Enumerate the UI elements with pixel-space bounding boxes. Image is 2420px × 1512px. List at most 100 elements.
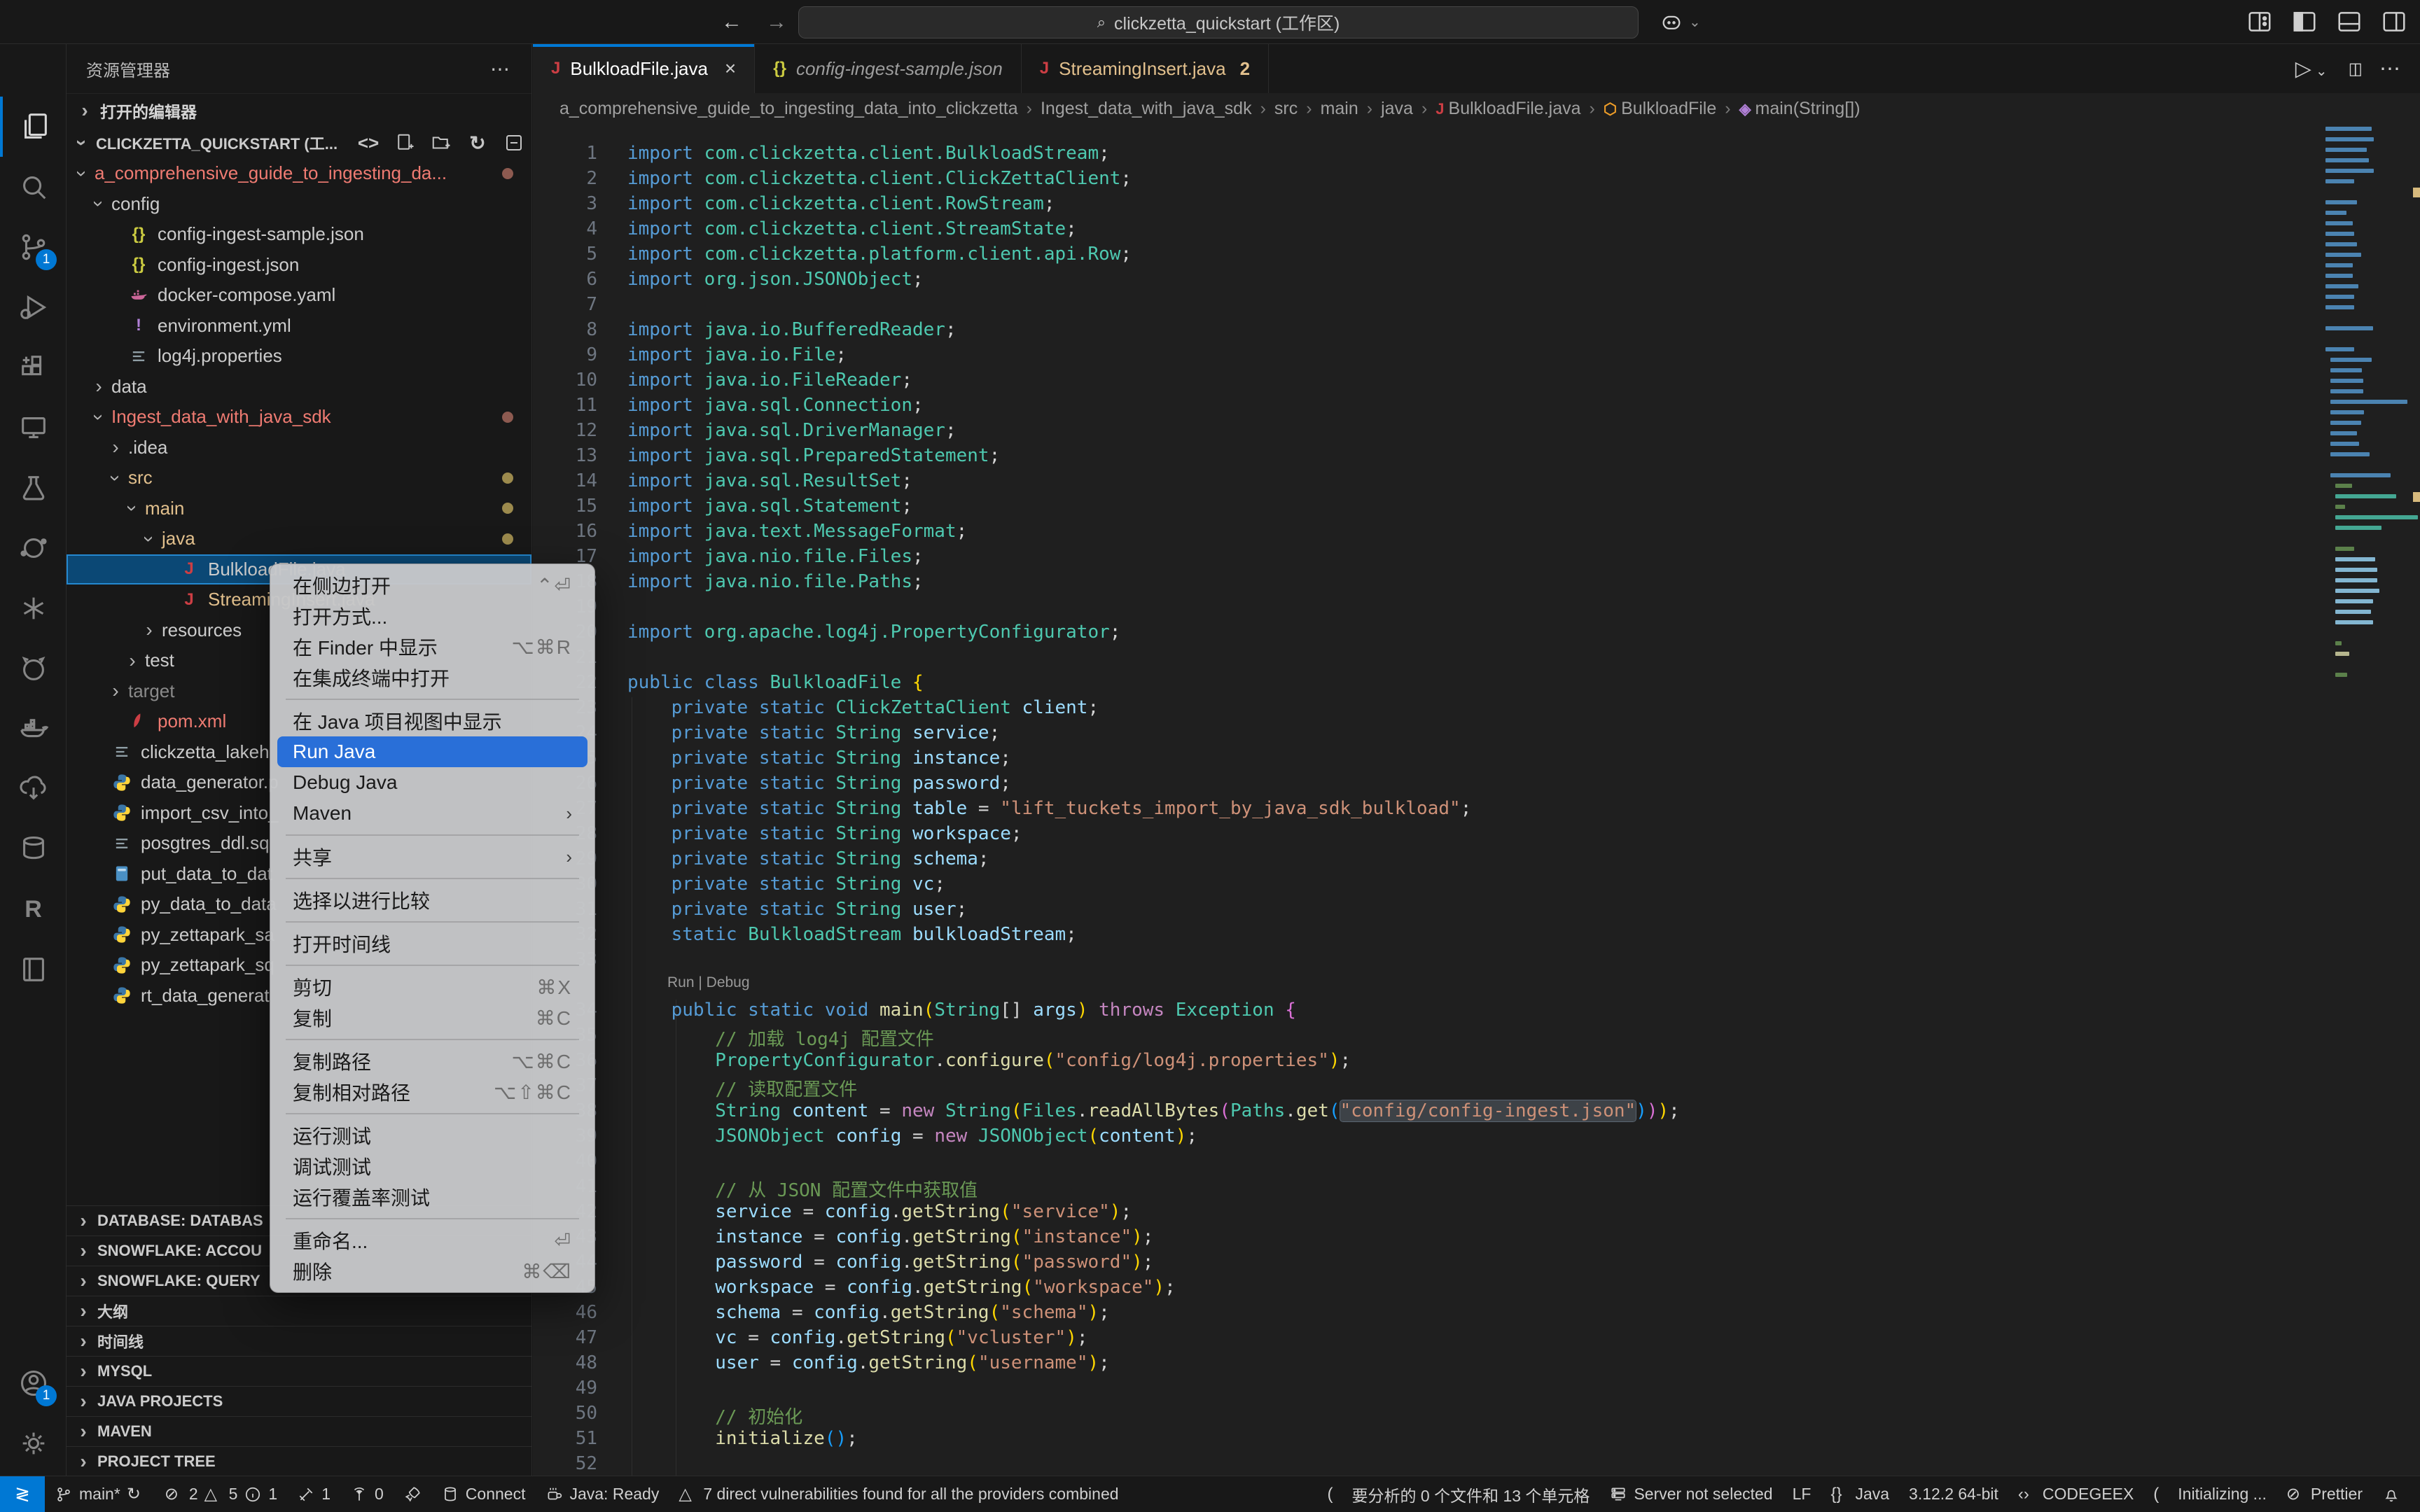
panel-left-icon[interactable] — [2291, 8, 2318, 35]
menu-item-复制相对路径[interactable]: 复制相对路径⌥⇧⌘C — [277, 1077, 587, 1107]
back-icon[interactable]: ← — [721, 10, 742, 34]
run-button[interactable]: ▷⌄ — [2295, 57, 2328, 81]
tree-item-config[interactable]: ›config — [67, 189, 531, 220]
menu-item-在集成终端中打开[interactable]: 在集成终端中打开 — [277, 662, 587, 693]
settings-gear-icon[interactable] — [0, 1413, 67, 1474]
tree-item-ingest_data_with_java_sdk[interactable]: ›Ingest_data_with_java_sdk — [67, 402, 531, 433]
notebook-icon[interactable] — [0, 939, 67, 1000]
cloud-download-icon[interactable] — [0, 759, 67, 819]
menu-item-重命名-[interactable]: 重命名...⏎ — [277, 1225, 587, 1256]
menu-item-运行测试[interactable]: 运行测试 — [277, 1120, 587, 1151]
menu-item-调试测试[interactable]: 调试测试 — [277, 1151, 587, 1182]
github-icon[interactable] — [0, 638, 67, 699]
menu-item-Run-Java[interactable]: Run Java — [277, 736, 587, 767]
status-language[interactable]: {}Java — [1821, 1476, 1899, 1512]
menu-item-共享[interactable]: 共享› — [277, 841, 587, 872]
code-editor[interactable]: 1import com.clickzetta.client.BulkloadSt… — [533, 124, 2325, 1476]
status-problems[interactable]: ⊘2△51 — [155, 1476, 287, 1512]
docker-icon[interactable] — [0, 699, 67, 759]
status-python-version[interactable]: 3.12.2 64-bit — [1899, 1476, 2008, 1512]
tree-item-.idea[interactable]: ›.idea — [67, 433, 531, 463]
tab-config-ingest-sample.json[interactable]: {}config-ingest-sample.json — [755, 44, 1022, 93]
open-editors-section[interactable]: › 打开的编辑器 — [67, 93, 531, 127]
pane-maven[interactable]: ›MAVEN — [67, 1416, 532, 1446]
status-sqltools-connect[interactable]: Connect — [431, 1476, 536, 1512]
search-icon[interactable] — [0, 157, 67, 217]
layout-customize-icon[interactable] — [2246, 8, 2273, 35]
split-editor-icon[interactable]: ▯▯ — [2349, 59, 2358, 79]
pane--[interactable]: ›大纲 — [67, 1296, 532, 1326]
status-tools[interactable]: 1 — [287, 1476, 340, 1512]
pane--[interactable]: ›时间线 — [67, 1326, 532, 1356]
status-server[interactable]: Server not selected — [1599, 1476, 1782, 1512]
menu-item-在-Java-项目视图中显示[interactable]: 在 Java 项目视图中显示 — [277, 706, 587, 736]
codelens-run-debug[interactable]: Run | Debug — [667, 974, 750, 991]
tree-item-java[interactable]: ›java — [67, 524, 531, 554]
account-icon[interactable]: 1 — [0, 1353, 67, 1413]
breadcrumb-segment[interactable]: JBulkloadFile.java — [1435, 99, 1580, 119]
breadcrumb-segment[interactable]: ◈main(String[]) — [1739, 99, 1861, 119]
explorer-icon[interactable] — [0, 97, 67, 157]
menu-item-复制路径[interactable]: 复制路径⌥⌘C — [277, 1046, 587, 1077]
workspace-section-header[interactable]: › CLICKZETTA_QUICKSTART (工... <>↻ — [67, 127, 531, 158]
status-prettier[interactable]: ⊘Prettier — [2276, 1476, 2372, 1512]
snowflake-icon[interactable] — [0, 578, 67, 638]
breadcrumb-segment[interactable]: ⬡BulkloadFile — [1604, 99, 1716, 119]
tree-item-config-ingest-sample.json[interactable]: {}config-ingest-sample.json — [67, 219, 531, 250]
status-notifications[interactable] — [2372, 1476, 2410, 1512]
menu-item-Maven[interactable]: Maven› — [277, 798, 587, 829]
status-ports[interactable]: 0 — [340, 1476, 394, 1512]
testing-icon[interactable] — [0, 458, 67, 518]
tab-bulkloadfile.java[interactable]: JBulkloadFile.java× — [533, 44, 755, 93]
tree-item-docker-compose.yaml[interactable]: docker-compose.yaml — [67, 280, 531, 311]
menu-item-在-Finder-中显示[interactable]: 在 Finder 中显示⌥⌘R — [277, 631, 587, 662]
menu-item-打开时间线[interactable]: 打开时间线 — [277, 928, 587, 959]
collapse-icon[interactable] — [503, 132, 524, 153]
breadcrumb-segment[interactable]: a_comprehensive_guide_to_ingesting_data_… — [559, 99, 1018, 119]
minimap[interactable] — [2325, 124, 2412, 1476]
code-icon[interactable]: <> — [358, 132, 379, 153]
more-actions-icon[interactable]: ⋯ — [2379, 57, 2400, 81]
menu-item-选择以进行比较[interactable]: 选择以进行比较 — [277, 885, 587, 916]
menu-item-删除[interactable]: 删除⌘⌫ — [277, 1256, 587, 1287]
menu-item-运行覆盖率测试[interactable]: 运行覆盖率测试 — [277, 1182, 587, 1212]
pane-java-projects[interactable]: ›JAVA PROJECTS — [67, 1386, 532, 1416]
codegeex-r-icon[interactable]: R — [0, 879, 67, 939]
extensions-icon[interactable] — [0, 337, 67, 398]
status-git-branch[interactable]: main*↻ — [45, 1476, 155, 1512]
tree-item-a_comprehensive_guide_to_ingesting_da...[interactable]: ›a_comprehensive_guide_to_ingesting_da..… — [67, 158, 531, 189]
status-vulnerabilities[interactable]: △7 direct vulnerabilities found for all … — [669, 1476, 1128, 1512]
menu-item-复制[interactable]: 复制⌘C — [277, 1002, 587, 1033]
tree-item-environment.yml[interactable]: !environment.yml — [67, 311, 531, 342]
tab-streaminginsert.java[interactable]: JStreamingInsert.java2 — [1022, 44, 1269, 93]
jupyter-icon[interactable] — [0, 518, 67, 578]
status-initializing[interactable]: (Initializing ... — [2143, 1476, 2276, 1512]
sidebar-more-icon[interactable]: ⋯ — [490, 57, 512, 80]
breadcrumb-segment[interactable]: java — [1381, 99, 1413, 119]
refresh-icon[interactable]: ↻ — [467, 132, 488, 153]
menu-item-打开方式-[interactable]: 打开方式... — [277, 601, 587, 631]
menu-item-剪切[interactable]: 剪切⌘X — [277, 972, 587, 1002]
breadcrumb-segment[interactable]: src — [1274, 99, 1298, 119]
status-eol[interactable]: LF — [1783, 1476, 1821, 1512]
copilot-menu[interactable]: ⌄ — [1660, 10, 1701, 34]
close-icon[interactable]: × — [725, 57, 736, 80]
tree-item-data[interactable]: ›data — [67, 372, 531, 402]
newfile-icon[interactable] — [394, 132, 415, 153]
run-debug-icon[interactable] — [0, 277, 67, 337]
newfolder-icon[interactable] — [431, 132, 452, 153]
source-control-icon[interactable]: 1 — [0, 217, 67, 277]
pane-mysql[interactable]: ›MYSQL — [67, 1356, 532, 1386]
tree-item-log4j.properties[interactable]: log4j.properties — [67, 341, 531, 372]
breadcrumb-segment[interactable]: main — [1321, 99, 1358, 119]
status-analysis[interactable]: (要分析的 0 个文件和 13 个单元格 — [1318, 1476, 1600, 1512]
status-launch[interactable] — [394, 1476, 431, 1512]
sqltools-icon[interactable] — [0, 819, 67, 879]
remote-explorer-icon[interactable] — [0, 398, 67, 458]
tree-item-config-ingest.json[interactable]: {}config-ingest.json — [67, 250, 531, 281]
panel-bottom-icon[interactable] — [2336, 8, 2363, 35]
tree-item-main[interactable]: ›main — [67, 493, 531, 524]
forward-icon[interactable]: → — [766, 10, 787, 34]
menu-item-在侧边打开[interactable]: 在侧边打开⌃⏎ — [277, 570, 587, 601]
command-center-search[interactable]: ⌕ clickzetta_quickstart (工作区) — [798, 6, 1639, 38]
